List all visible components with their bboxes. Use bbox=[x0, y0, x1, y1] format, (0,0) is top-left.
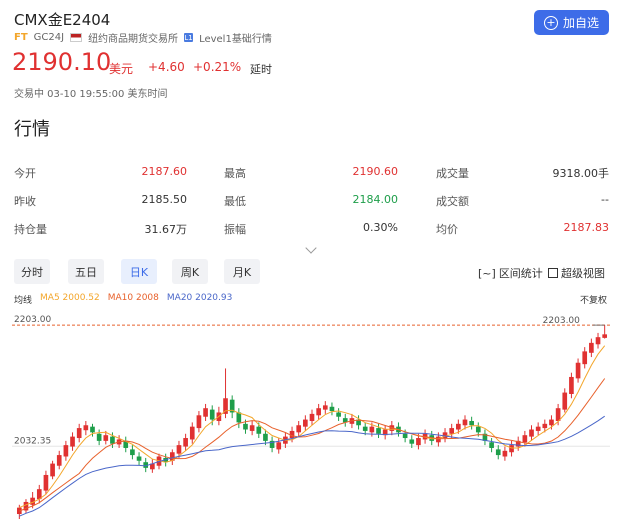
candle-body bbox=[176, 445, 182, 454]
y-tick-label: 2032.35 bbox=[14, 436, 51, 446]
candle-body bbox=[569, 376, 574, 394]
candle-body bbox=[475, 426, 481, 433]
candle-body bbox=[209, 409, 215, 420]
candle-body bbox=[456, 423, 461, 430]
candle-body bbox=[409, 439, 415, 444]
candle-body bbox=[249, 425, 255, 431]
candle-body bbox=[522, 435, 528, 443]
candle-body bbox=[336, 412, 341, 417]
candle-body bbox=[43, 474, 49, 491]
candle-body bbox=[362, 426, 368, 431]
candle-body bbox=[50, 463, 55, 477]
candle-body bbox=[575, 362, 581, 379]
candle-body bbox=[96, 433, 102, 441]
candle-body bbox=[309, 413, 315, 421]
candle-body bbox=[535, 426, 541, 431]
candle-body bbox=[243, 423, 248, 430]
candle-body bbox=[489, 442, 494, 448]
candle-body bbox=[303, 419, 308, 427]
candle-body bbox=[582, 351, 588, 365]
candle-body bbox=[509, 445, 514, 453]
candle-body bbox=[502, 450, 508, 457]
candle-body bbox=[316, 408, 321, 416]
candle-body bbox=[589, 342, 594, 353]
candle-body bbox=[322, 405, 328, 410]
candle-body bbox=[263, 433, 268, 441]
candle-body bbox=[562, 392, 568, 410]
candle-body bbox=[542, 423, 548, 429]
candle-body bbox=[276, 442, 282, 450]
candle-body bbox=[469, 420, 474, 426]
candle-body bbox=[196, 415, 202, 429]
candle-body bbox=[436, 436, 441, 443]
candle-body bbox=[63, 445, 69, 457]
ma5-line bbox=[19, 345, 606, 509]
candle-body bbox=[329, 406, 335, 412]
candle-body bbox=[369, 426, 375, 433]
candle-body bbox=[296, 425, 302, 433]
candle-body bbox=[402, 433, 408, 439]
candle-body bbox=[56, 455, 62, 466]
candle-body bbox=[416, 438, 421, 446]
high-marker-label: 2203.00 bbox=[543, 316, 580, 326]
candle-body bbox=[183, 438, 188, 447]
candle-body bbox=[76, 428, 82, 439]
ma20-line bbox=[19, 415, 605, 517]
candle-body bbox=[495, 449, 501, 456]
y-tick-label: 2203.00 bbox=[14, 315, 51, 325]
candle-body bbox=[90, 426, 95, 433]
candle-body bbox=[449, 428, 455, 434]
candle-body bbox=[70, 436, 75, 447]
kline-chart[interactable]: 2203.00 2032.35 2203.00 bbox=[0, 0, 625, 519]
candle-body bbox=[83, 425, 89, 431]
candle-body bbox=[110, 436, 115, 444]
candle-body bbox=[549, 419, 554, 426]
candle-body bbox=[103, 435, 109, 441]
candle-body bbox=[602, 334, 608, 338]
candle-body bbox=[136, 456, 142, 461]
candle-body bbox=[203, 408, 208, 417]
candle-body bbox=[529, 429, 534, 437]
candle-body bbox=[462, 419, 468, 426]
candle-body bbox=[189, 426, 195, 440]
candle-body bbox=[595, 337, 601, 345]
candle-body bbox=[130, 449, 135, 456]
candle-body bbox=[376, 428, 381, 434]
candle-body bbox=[256, 426, 262, 434]
